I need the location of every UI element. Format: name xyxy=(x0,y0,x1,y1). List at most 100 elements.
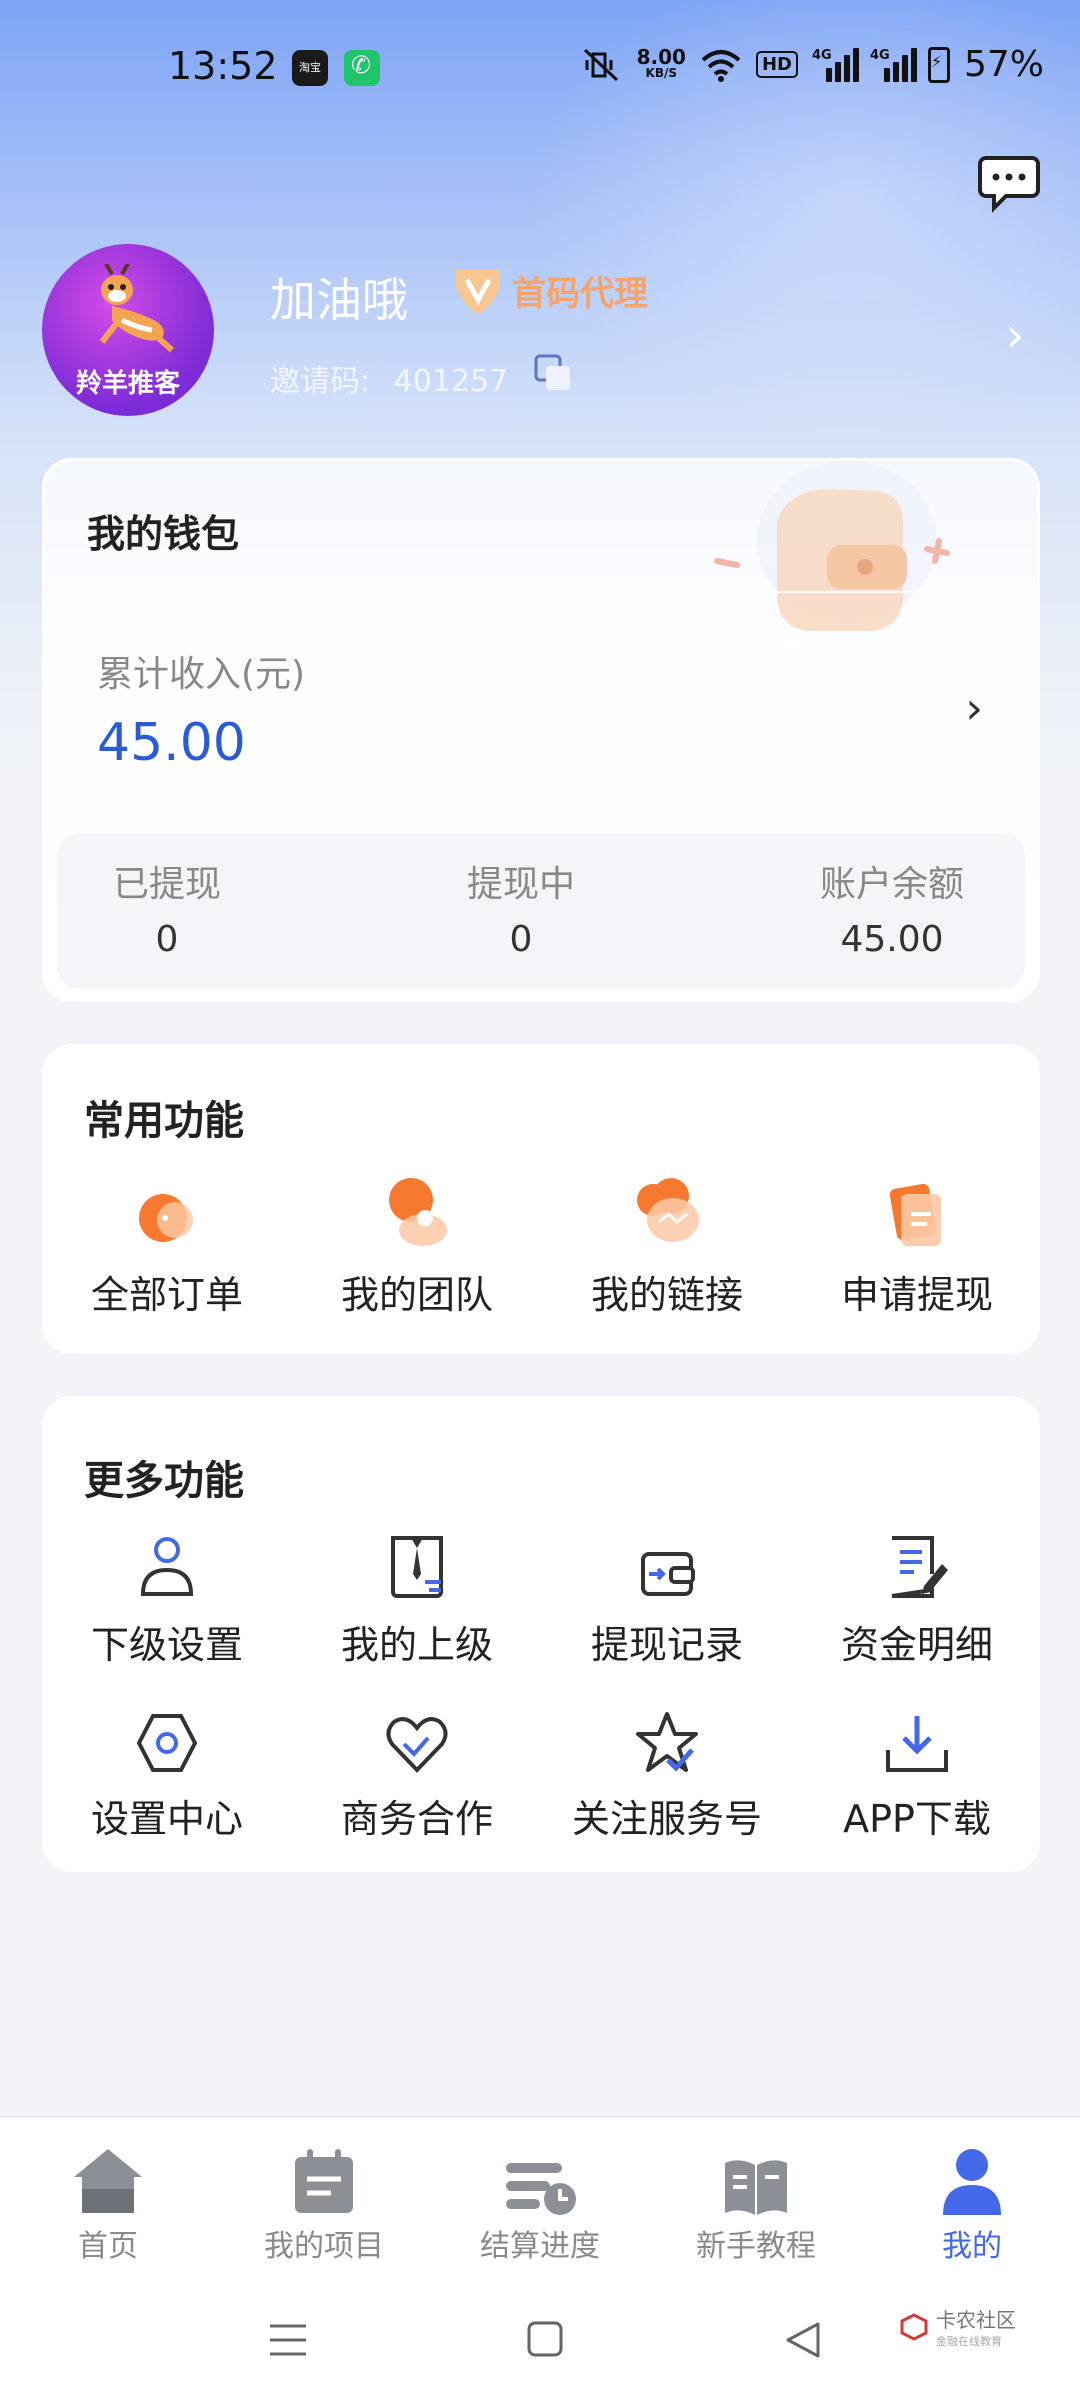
func-apply-withdraw[interactable]: 申请提现 xyxy=(792,1174,1042,1319)
stat-withdrawn: 已提现 0 xyxy=(97,855,237,960)
wallet-icon xyxy=(641,1552,695,1596)
username: 加油哦 xyxy=(270,273,408,327)
nav-home-label: 首页 xyxy=(78,2229,138,2264)
func-subordinate-settings-label: 下级设置 xyxy=(90,1623,243,1667)
book-icon xyxy=(725,2160,787,2215)
more-functions-title: 更多功能 xyxy=(84,1458,244,1504)
wallet-illustration-icon xyxy=(714,461,950,649)
document-edit-icon xyxy=(891,1536,948,1598)
agent-level-badge: 首码代理 xyxy=(450,264,648,316)
handshake-heart-icon xyxy=(386,1717,448,1773)
func-app-download-label: APP下载 xyxy=(843,1797,991,1841)
invite-code-row: 邀请码: 401257 xyxy=(270,356,508,400)
nav-my-projects[interactable]: 我的项目 xyxy=(216,2137,432,2265)
customer-service-chat-icon[interactable] xyxy=(976,150,1042,216)
func-my-superior-label: 我的上级 xyxy=(340,1623,493,1667)
wallet-title: 我的钱包 xyxy=(87,512,240,556)
func-all-orders[interactable]: 全部订单 xyxy=(42,1174,292,1319)
back-triangle-icon[interactable] xyxy=(784,2320,822,2360)
func-fund-details[interactable]: 资金明细 xyxy=(792,1524,1042,1669)
more-functions-card: 更多功能 下级设置 我的上级 提现记录 资金明细 设置中心 商务合作 关注服务号 xyxy=(42,1396,1040,1872)
taobao-notification-icon: 淘宝 xyxy=(292,50,328,86)
func-settings-center-label: 设置中心 xyxy=(90,1797,243,1841)
wallet-card[interactable]: 我的钱包 累计收入(元) 45.00 › 已提现 0 提现中 0 账户余额 45… xyxy=(42,458,1040,1002)
func-my-superior[interactable]: 我的上级 xyxy=(292,1524,542,1669)
watermark-logo-icon xyxy=(900,2312,928,2341)
func-apply-withdraw-label: 申请提现 xyxy=(840,1273,993,1317)
orders-icon xyxy=(139,1194,193,1242)
avatar[interactable]: 羚羊推客 xyxy=(42,244,214,416)
net-speed: 8.00 KB/S xyxy=(636,44,686,81)
func-follow-service-account-label: 关注服务号 xyxy=(571,1797,762,1841)
system-nav-bar: 卡农社区 金融在线教育 xyxy=(0,2276,1080,2400)
nav-mine-label: 我的 xyxy=(942,2229,1002,2264)
signal-icon-2: 4G xyxy=(870,47,917,82)
star-check-icon xyxy=(636,1712,698,1772)
func-follow-service-account[interactable]: 关注服务号 xyxy=(542,1698,792,1843)
func-fund-details-label: 资金明细 xyxy=(840,1623,993,1667)
vip-shield-icon xyxy=(456,270,500,314)
profile-icon xyxy=(943,2149,1001,2215)
common-functions-title: 常用功能 xyxy=(84,1098,244,1144)
hd-icon: HD xyxy=(755,51,798,78)
status-bar: 13:52 淘宝 8.00 KB/S HD 4G 4G 57% xyxy=(0,0,1080,140)
watermark-sub-text: 金融在线教育 xyxy=(936,2335,1002,2348)
nav-settlement-progress-label: 结算进度 xyxy=(480,2229,600,2264)
func-business-cooperation[interactable]: 商务合作 xyxy=(292,1698,542,1843)
download-icon xyxy=(886,1716,948,1772)
total-income-label: 累计收入(元) xyxy=(97,654,306,695)
func-subordinate-settings[interactable]: 下级设置 xyxy=(42,1524,292,1669)
func-settings-center[interactable]: 设置中心 xyxy=(42,1698,292,1843)
wallet-divider xyxy=(45,591,1037,593)
battery-icon xyxy=(927,46,950,83)
common-functions-card: 常用功能 全部订单 我的团队 我的链接 申请提现 xyxy=(42,1044,1040,1354)
agent-level-label: 首码代理 xyxy=(512,273,648,314)
settings-hexagon-icon xyxy=(136,1714,198,1772)
profile-chevron-right-icon[interactable]: › xyxy=(1006,308,1024,362)
phone-notification-icon xyxy=(344,50,380,86)
avatar-brand-text: 羚羊推客 xyxy=(75,369,180,399)
net-speed-value: 8.00 xyxy=(636,44,686,69)
func-app-download[interactable]: APP下载 xyxy=(792,1698,1042,1843)
stat-balance-value: 45.00 xyxy=(840,919,944,960)
menu-icon[interactable] xyxy=(268,2320,308,2360)
stat-balance-label: 账户余额 xyxy=(819,864,964,905)
func-my-link[interactable]: 我的链接 xyxy=(542,1174,792,1319)
superior-icon xyxy=(391,1536,443,1598)
home-square-icon[interactable] xyxy=(526,2320,564,2358)
team-icon xyxy=(389,1178,447,1246)
func-my-team-label: 我的团队 xyxy=(340,1273,493,1317)
stat-withdrawn-label: 已提现 xyxy=(112,864,221,905)
stat-withdrawing: 提现中 0 xyxy=(451,855,591,960)
func-withdraw-records-label: 提现记录 xyxy=(590,1623,743,1667)
nav-tutorial-label: 新手教程 xyxy=(696,2229,816,2264)
battery-percent: 57% xyxy=(963,44,1044,85)
nav-settlement-progress[interactable]: 结算进度 xyxy=(432,2137,648,2265)
stat-balance: 账户余额 45.00 xyxy=(797,855,987,960)
wallet-stats: 已提现 0 提现中 0 账户余额 45.00 xyxy=(57,833,1025,989)
wallet-chevron-right-icon[interactable]: › xyxy=(965,683,983,734)
nav-home[interactable]: 首页 xyxy=(0,2137,216,2265)
func-business-cooperation-label: 商务合作 xyxy=(340,1797,493,1841)
nav-mine[interactable]: 我的 xyxy=(864,2137,1080,2265)
func-my-team[interactable]: 我的团队 xyxy=(292,1174,542,1319)
home-icon xyxy=(74,2149,142,2213)
sim1-label: 4G xyxy=(811,47,832,63)
withdraw-icon xyxy=(889,1183,941,1246)
watermark: 卡农社区 金融在线教育 xyxy=(898,2304,1016,2349)
link-icon xyxy=(637,1178,699,1242)
func-my-link-label: 我的链接 xyxy=(590,1273,743,1317)
progress-icon xyxy=(506,2163,576,2215)
stat-withdrawing-value: 0 xyxy=(509,919,533,960)
total-income-value: 45.00 xyxy=(97,713,246,773)
antelope-logo-icon xyxy=(99,264,174,353)
signal-icon-1: 4G xyxy=(811,47,859,82)
copy-icon[interactable] xyxy=(534,354,574,394)
mute-vibrate-icon xyxy=(583,48,618,81)
nav-tutorial[interactable]: 新手教程 xyxy=(648,2137,864,2265)
bottom-nav: 首页 我的项目 结算进度 新手教程 我的 xyxy=(0,2116,1080,2276)
user-icon xyxy=(140,1537,194,1596)
watermark-main-text: 卡农社区 xyxy=(936,2308,1016,2332)
wifi-icon xyxy=(701,49,741,82)
func-withdraw-records[interactable]: 提现记录 xyxy=(542,1524,792,1669)
